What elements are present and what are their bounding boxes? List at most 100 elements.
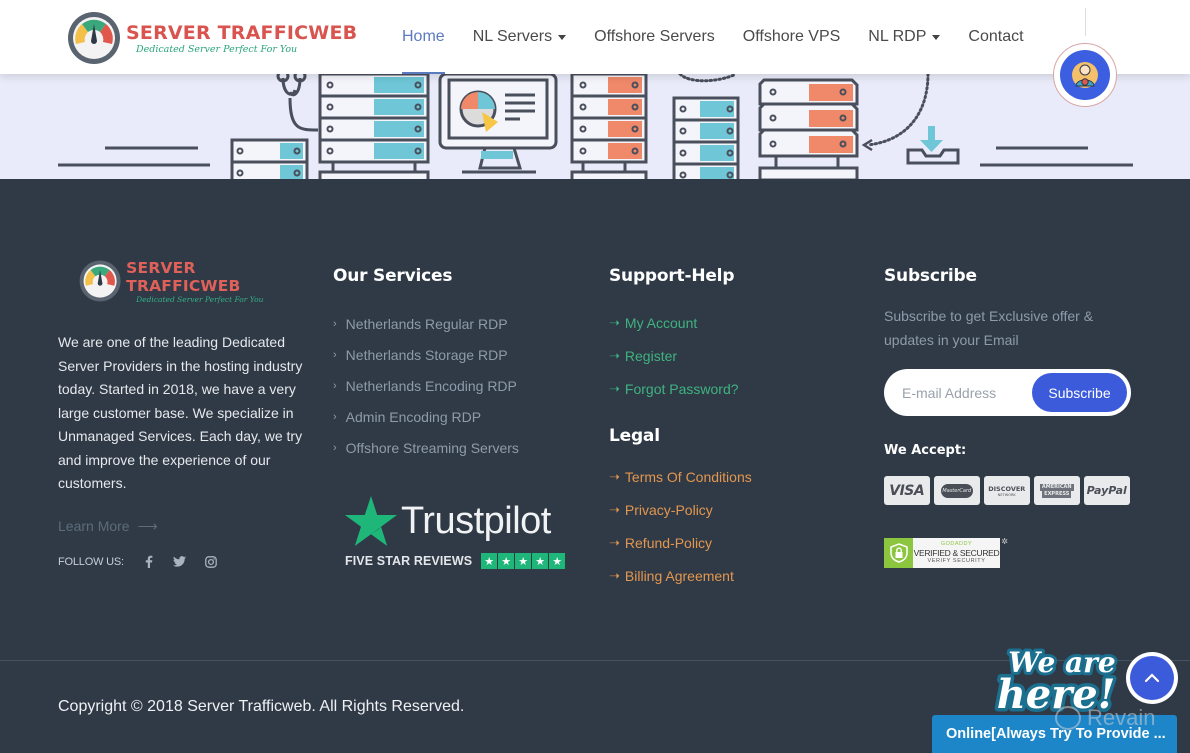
support-link-label: My Account xyxy=(624,314,698,331)
speedometer-logo-icon xyxy=(79,260,121,302)
seal-mark-icon: ✲ xyxy=(1001,537,1008,546)
learn-more-link[interactable]: Learn More ⟶ xyxy=(58,518,308,535)
discover-sub-label: NETWORK xyxy=(997,492,1016,497)
service-link[interactable]: › Netherlands Storage RDP xyxy=(333,339,583,370)
about-text: We are one of the leading Dedicated Serv… xyxy=(58,334,303,491)
top-navbar: SERVER TRAFFICWEB Dedicated Server Perfe… xyxy=(0,0,1190,74)
follow-us: FOLLOW US: xyxy=(58,555,308,569)
service-link-label: Netherlands Regular RDP xyxy=(345,315,508,332)
godaddy-seal[interactable]: GODADDY VERIFIED & SECURED VERIFY SECURI… xyxy=(884,537,1008,568)
discover-label: DISCOVER xyxy=(988,484,1026,493)
nav-offshore-vps[interactable]: Offshore VPS xyxy=(743,0,841,74)
footer-subscribe: Subscribe Subscribe to get Exclusive off… xyxy=(884,266,1134,568)
trustpilot-badge[interactable]: Trustpilot FIVE STAR REVIEWS ★ ★ ★ ★ ★ xyxy=(345,495,567,577)
support-list: ➝ My Account ➝ Register ➝ Forgot Password? xyxy=(609,306,849,405)
chevron-up-icon xyxy=(1144,673,1160,683)
brand-name: SERVER TRAFFICWEB xyxy=(126,21,358,44)
arrow-right-icon: ➝ xyxy=(609,380,620,396)
footer-support: Support-Help ➝ My Account ➝ Register ➝ Forg… xyxy=(609,266,849,592)
visa-label: VISA xyxy=(889,482,925,499)
amex-card-icon: AMERICAN EXPRESS xyxy=(1034,476,1080,505)
nav-divider xyxy=(1085,8,1086,36)
subscribe-button[interactable]: Subscribe xyxy=(1032,373,1127,412)
mastercard-icon: MasterCard xyxy=(934,476,980,505)
legal-link-label: Billing Agreement xyxy=(624,567,734,584)
we-are-here-badge: We are We are here! here! xyxy=(993,643,1119,714)
brand-logo-link[interactable]: SERVER TRAFFICWEB Dedicated Server Perfe… xyxy=(66,10,357,66)
nav-nl-servers-label: NL Servers xyxy=(472,28,553,45)
legal-link-label: Privacy-Policy xyxy=(624,501,713,518)
nav-nl-servers[interactable]: NL Servers xyxy=(472,0,567,74)
trustpilot-star-icon: ★ xyxy=(532,553,549,569)
instagram-link[interactable] xyxy=(204,555,218,569)
trustpilot-stars: ★ ★ ★ ★ ★ xyxy=(481,553,566,569)
nav-offshore-vps-label: Offshore VPS xyxy=(742,28,841,45)
mastercard-label: MasterCard xyxy=(940,483,973,498)
nav-contact[interactable]: Contact xyxy=(968,0,1023,74)
email-input[interactable] xyxy=(902,381,1032,405)
footer-brand-tagline: Dedicated Server Perfect For You xyxy=(136,294,264,304)
arrow-right-icon: ➝ xyxy=(609,347,620,363)
support-link-register[interactable]: ➝ Register xyxy=(609,339,849,372)
legal-link-label: Refund-Policy xyxy=(624,534,713,551)
here-text: here! xyxy=(997,671,1116,714)
arrow-right-icon: ➝ xyxy=(609,314,620,330)
service-link-label: Admin Encoding RDP xyxy=(345,408,482,425)
we-accept-title: We Accept: xyxy=(884,443,967,458)
live-chat-bar[interactable]: Online[Always Try To Provide ... xyxy=(932,715,1177,753)
legal-link-refund[interactable]: ➝ Refund-Policy xyxy=(609,526,849,559)
payment-cards: VISA MasterCard DISCOVER NETWORK AMERICAN… xyxy=(884,476,1134,505)
subscribe-text: Subscribe to get Exclusive offer & updat… xyxy=(884,308,1094,348)
trustpilot-star-icon: ★ xyxy=(549,553,566,569)
nav-nl-rdp[interactable]: NL RDP xyxy=(868,0,941,74)
speedometer-logo-icon xyxy=(68,12,120,64)
instagram-icon xyxy=(204,555,217,568)
service-link-label: Netherlands Storage RDP xyxy=(345,346,508,363)
brand-tagline: Dedicated Server Perfect For You xyxy=(136,43,298,55)
nav-home[interactable]: Home xyxy=(402,0,445,74)
chevron-right-icon: › xyxy=(333,348,337,361)
amex-label-2: EXPRESS xyxy=(1042,490,1072,498)
paypal-card-icon: PayPal xyxy=(1084,476,1130,505)
arrow-right-icon: ➝ xyxy=(609,534,620,550)
back-to-top-button[interactable] xyxy=(1126,652,1178,704)
footer-logo: SERVER TRAFFICWEB Dedicated Server Perfe… xyxy=(78,257,308,305)
twitter-icon xyxy=(173,556,187,567)
legal-link-privacy[interactable]: ➝ Privacy-Policy xyxy=(609,493,849,526)
subscribe-title: Subscribe xyxy=(884,266,977,286)
nav-offshore-servers-label: Offshore Servers xyxy=(594,28,715,45)
support-link-forgot-password[interactable]: ➝ Forgot Password? xyxy=(609,372,849,405)
arrow-right-icon: ➝ xyxy=(609,468,620,484)
arrow-right-icon: ➝ xyxy=(609,501,620,517)
support-agent-icon xyxy=(1072,62,1098,88)
trustpilot-wordmark: Trustpilot xyxy=(401,499,551,542)
service-link[interactable]: › Admin Encoding RDP xyxy=(333,401,583,432)
trustpilot-star-icon xyxy=(345,496,397,546)
legal-link-billing[interactable]: ➝ Billing Agreement xyxy=(609,559,849,592)
copyright-text: Copyright © 2018 Server Trafficweb. All … xyxy=(58,698,465,715)
nav-offshore-servers[interactable]: Offshore Servers xyxy=(594,0,715,74)
main-nav: Home NL Servers Offshore Servers Offshor… xyxy=(402,0,1052,74)
caret-down-icon xyxy=(932,34,941,40)
support-title: Support-Help xyxy=(609,266,735,286)
godaddy-line1: GODADDY xyxy=(940,541,973,547)
legal-link-terms[interactable]: ➝ Terms Of Conditions xyxy=(609,460,849,493)
service-link[interactable]: › Offshore Streaming Servers xyxy=(333,432,583,463)
lock-shield-icon xyxy=(889,543,908,563)
service-link[interactable]: › Netherlands Encoding RDP xyxy=(333,370,583,401)
services-list: › Netherlands Regular RDP › Netherlands St… xyxy=(333,308,583,463)
chevron-right-icon: › xyxy=(333,410,337,423)
godaddy-line3: VERIFY SECURITY xyxy=(927,558,986,564)
footer-brand-name: SERVER TRAFFICWEB xyxy=(126,258,241,295)
support-agent-button[interactable] xyxy=(1053,43,1117,107)
nav-contact-label: Contact xyxy=(968,28,1024,45)
facebook-link[interactable] xyxy=(142,555,156,569)
service-link[interactable]: › Netherlands Regular RDP xyxy=(333,308,583,339)
chat-status-text: Online[Always Try To Provide ... xyxy=(946,726,1166,742)
twitter-link[interactable] xyxy=(173,555,187,569)
service-link-label: Offshore Streaming Servers xyxy=(345,439,519,456)
trustpilot-star-icon: ★ xyxy=(481,553,498,569)
nav-nl-rdp-label: NL RDP xyxy=(868,28,927,45)
trustpilot-reviews-label: FIVE STAR REVIEWS xyxy=(345,554,473,568)
support-link-my-account[interactable]: ➝ My Account xyxy=(609,306,849,339)
